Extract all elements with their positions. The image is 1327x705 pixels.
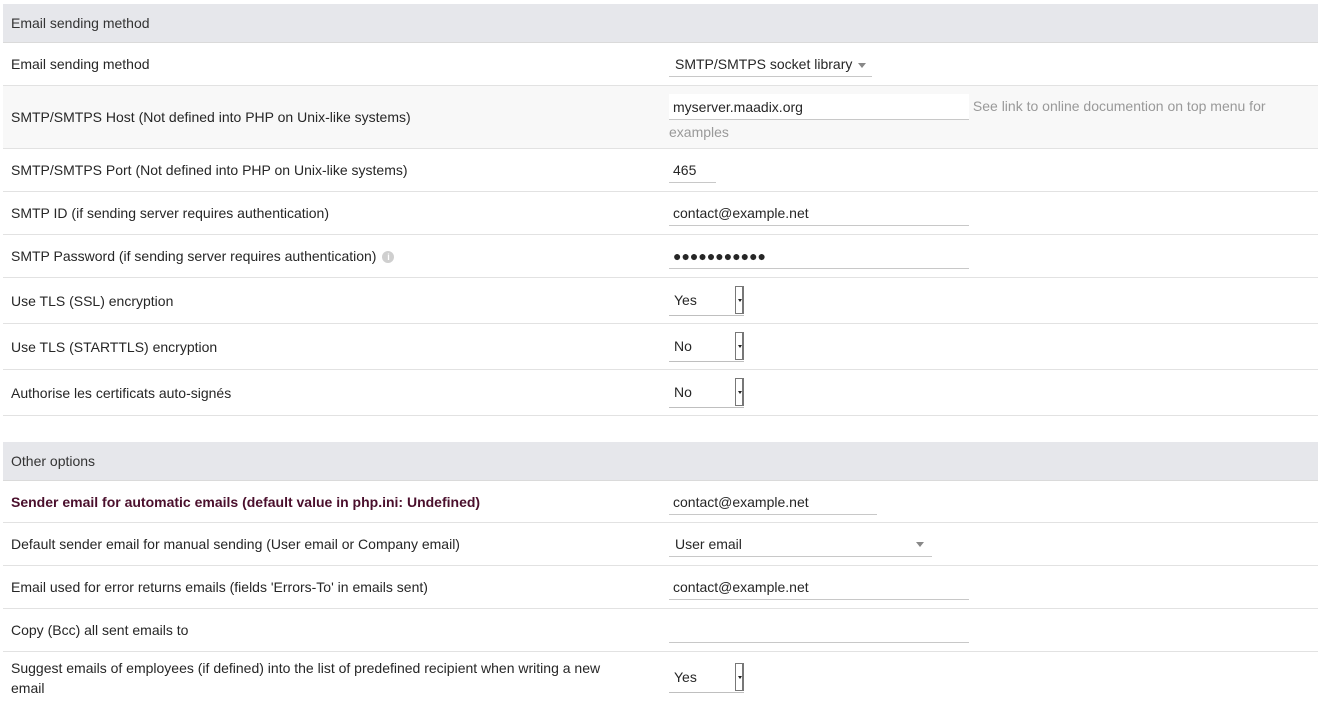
tls-starttls-select[interactable]: No — [669, 331, 744, 362]
label-errors-to: Email used for error returns emails (fie… — [11, 579, 428, 595]
dropdown-arrow-icon[interactable] — [735, 331, 744, 360]
label-smtp-host: SMTP/SMTPS Host (Not defined into PHP on… — [11, 109, 411, 125]
tls-starttls-value: No — [674, 337, 692, 354]
smtp-id-input[interactable]: contact@example.net — [669, 200, 969, 226]
row-smtp-password: SMTP Password (if sending server require… — [3, 235, 1318, 278]
tls-ssl-select[interactable]: Yes — [669, 285, 744, 316]
dropdown-arrow-icon[interactable] — [735, 285, 744, 314]
label-sender-auto: Sender email for automatic emails (defau… — [11, 493, 481, 510]
row-smtp-port: SMTP/SMTPS Port (Not defined into PHP on… — [3, 149, 1318, 192]
row-smtp-id: SMTP ID (if sending server requires auth… — [3, 192, 1318, 235]
row-sender-auto: Sender email for automatic emails (defau… — [3, 481, 1318, 523]
row-tls-ssl: Use TLS (SSL) encryption Yes — [3, 278, 1318, 324]
label-smtp-port: SMTP/SMTPS Port (Not defined into PHP on… — [11, 162, 408, 178]
row-sender-manual: Default sender email for manual sending … — [3, 523, 1318, 566]
tls-ssl-value: Yes — [674, 291, 697, 308]
self-signed-value: No — [674, 383, 692, 400]
smtp-password-input[interactable]: ●●●●●●●●●●● — [669, 243, 969, 269]
sender-auto-input[interactable]: contact@example.net — [669, 488, 877, 515]
label-self-signed: Authorise les certificats auto-signés — [11, 384, 232, 401]
section-header-email-sending: Email sending method — [3, 4, 1318, 43]
row-bcc: Copy (Bcc) all sent emails to — [3, 609, 1318, 652]
label-tls-ssl: Use TLS (SSL) encryption — [11, 292, 174, 309]
sender-manual-value: User email — [675, 536, 742, 552]
label-smtp-id: SMTP ID (if sending server requires auth… — [11, 205, 329, 221]
suggest-employees-value: Yes — [674, 669, 697, 685]
smtp-host-input[interactable]: myserver.maadix.org — [669, 94, 969, 121]
email-method-value: SMTP/SMTPS socket library — [675, 56, 853, 72]
chevron-down-icon — [916, 542, 924, 547]
suggest-employees-select[interactable]: Yes — [669, 663, 744, 693]
label-smtp-password-wrap: SMTP Password (if sending server require… — [11, 246, 631, 266]
row-self-signed: Authorise les certificats auto-signés No — [3, 370, 1318, 416]
dropdown-arrow-icon[interactable] — [735, 377, 744, 406]
label-email-sending-method: Email sending method — [11, 56, 150, 72]
email-method-select[interactable]: SMTP/SMTPS socket library — [669, 51, 873, 77]
row-errors-to: Email used for error returns emails (fie… — [3, 566, 1318, 609]
label-bcc: Copy (Bcc) all sent emails to — [11, 622, 189, 638]
chevron-down-icon — [858, 62, 867, 68]
section-header-other-options: Other options — [3, 442, 1318, 481]
bcc-input[interactable] — [669, 617, 969, 643]
label-sender-manual: Default sender email for manual sending … — [11, 536, 460, 552]
row-tls-starttls: Use TLS (STARTTLS) encryption No — [3, 324, 1318, 370]
row-email-sending-method: Email sending method SMTP/SMTPS socket l… — [3, 43, 1318, 86]
errors-to-input[interactable]: contact@example.net — [669, 574, 969, 600]
row-suggest-employees: Suggest emails of employees (if defined)… — [3, 652, 1318, 704]
dropdown-arrow-icon[interactable] — [735, 663, 744, 691]
info-icon[interactable]: i — [382, 251, 395, 264]
sender-manual-select[interactable]: User email — [669, 531, 932, 557]
label-smtp-password: SMTP Password (if sending server require… — [11, 248, 377, 264]
label-suggest-employees: Suggest emails of employees (if defined)… — [11, 660, 601, 696]
self-signed-select[interactable]: No — [669, 377, 744, 408]
label-tls-starttls: Use TLS (STARTTLS) encryption — [11, 338, 218, 355]
settings-form: Email sending method Email sending metho… — [3, 4, 1318, 704]
smtp-port-input[interactable]: 465 — [669, 157, 716, 183]
row-smtp-host: SMTP/SMTPS Host (Not defined into PHP on… — [3, 86, 1318, 149]
